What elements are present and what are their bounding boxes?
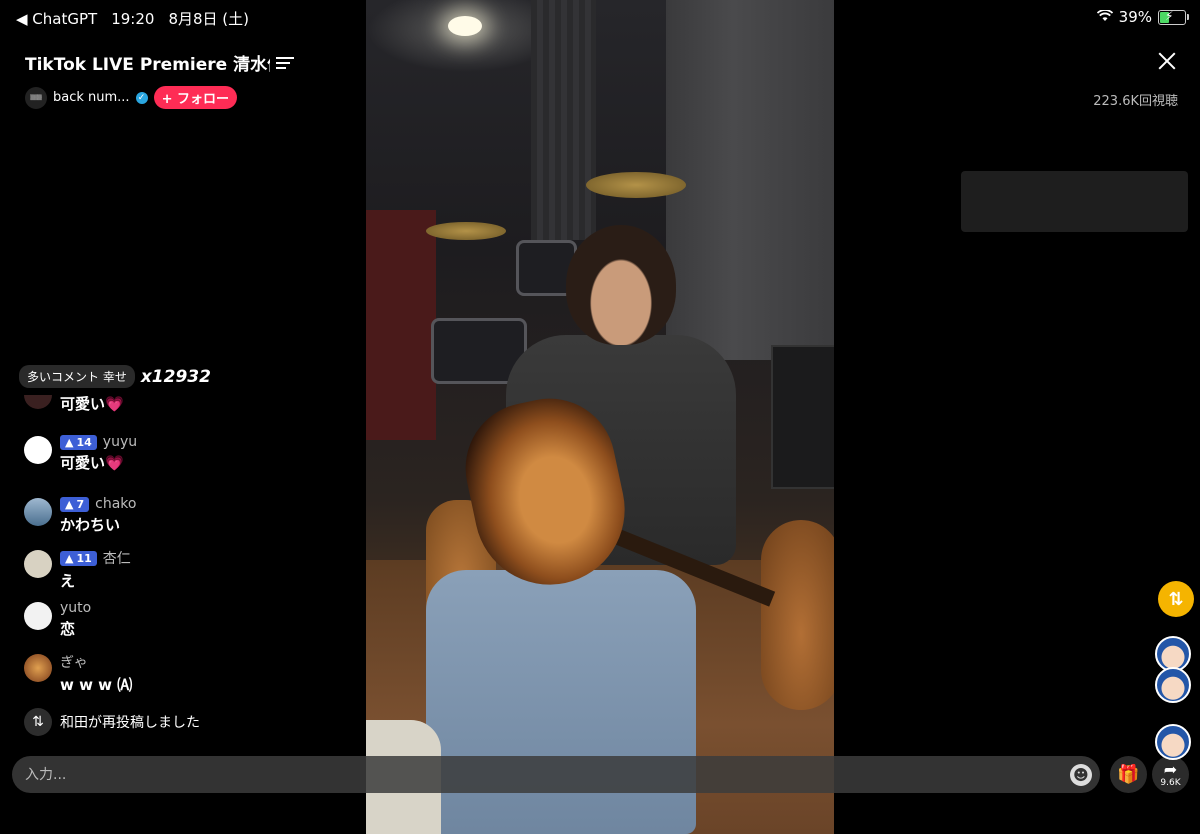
battery-percent: 39% — [1118, 8, 1152, 26]
share-count: 9.6K — [1160, 777, 1181, 788]
share-button[interactable]: ➦ 9.6K — [1152, 756, 1189, 793]
level-number: 14 — [76, 435, 92, 449]
comment-avatar[interactable] — [24, 654, 52, 682]
follow-button[interactable]: + フォロー — [153, 86, 237, 109]
wifi-icon — [1096, 8, 1113, 26]
comment-username[interactable]: yuto — [60, 600, 91, 616]
viewer-count: 223.6K回視聴 — [1093, 94, 1178, 109]
performer-jeans — [426, 570, 696, 834]
repost-notice: ⇅ 和田が再投稿しました — [24, 708, 200, 736]
level-badge: ▲ 11 — [60, 550, 97, 566]
hot-comment-banner: 多いコメント 幸せ x12932 — [19, 365, 211, 388]
comment-item[interactable]: ▲ 14 yuyu 可愛い💗 — [24, 434, 137, 473]
comment-username[interactable]: ぎゃ — [60, 652, 88, 672]
verified-icon: ✓ — [135, 91, 148, 104]
comment-avatar[interactable] — [24, 436, 52, 464]
level-badge: ▲ 7 — [60, 496, 90, 512]
comment-username[interactable]: chako — [95, 496, 136, 512]
character-sticker — [1155, 724, 1191, 760]
side-info-panel — [961, 171, 1188, 232]
cymbal — [586, 172, 686, 198]
level-number: 7 — [76, 497, 85, 511]
red-panel — [366, 210, 436, 440]
live-title: TikTok LIVE Premiere 清水依与 — [25, 55, 270, 75]
status-time: 19:20 — [111, 9, 155, 28]
live-video[interactable] — [366, 0, 834, 834]
studio-wall — [666, 0, 834, 360]
repost-notice-text: 和田が再投稿しました — [60, 715, 200, 731]
comment-text: w w w 🄐 — [60, 676, 133, 694]
level-badge: ▲ 14 — [60, 434, 97, 450]
comment-input-bar[interactable]: ☻ — [12, 756, 1100, 793]
repost-float-button[interactable]: ⇅ — [1158, 581, 1194, 617]
status-date: 8月8日 (土) — [168, 10, 249, 28]
repost-icon: ⇅ — [1168, 588, 1184, 610]
repost-icon: ⇅ — [24, 708, 52, 736]
comment-text: かわちい — [60, 516, 121, 534]
gift-icon: 🎁 — [1117, 764, 1140, 785]
list-icon[interactable] — [276, 56, 294, 70]
comment-input[interactable] — [12, 765, 1070, 784]
comment-item[interactable]: yuto 恋 — [24, 600, 91, 639]
comment-item[interactable]: ▲ 7 chako かわちい — [24, 496, 136, 535]
performer-head — [566, 225, 676, 345]
comment-text: え — [60, 572, 76, 590]
curtain — [531, 0, 596, 240]
comment-text: 可愛い💗 — [60, 454, 124, 472]
host-avatar[interactable]: ▒▒▒ — [25, 86, 47, 109]
back-to-app-link[interactable]: ◀ ChatGPT — [16, 10, 97, 28]
guitar-stand-right — [761, 520, 834, 710]
live-title-row[interactable]: TikTok LIVE Premiere 清水依与 — [25, 50, 294, 75]
character-sticker — [1155, 667, 1191, 703]
comment-avatar[interactable] — [24, 602, 52, 630]
comment-item[interactable]: ▲ 11 杏仁 え — [24, 548, 131, 591]
comment-username[interactable]: 杏仁 — [103, 548, 131, 568]
comment-item[interactable]: ぎゃ w w w 🄐 — [24, 652, 132, 695]
hot-comment-count: x12932 — [140, 366, 211, 387]
share-icon: ➦ — [1163, 759, 1178, 779]
comment-avatar[interactable] — [24, 395, 52, 409]
comment-avatar[interactable] — [24, 550, 52, 578]
comment-text: 恋 — [60, 620, 76, 638]
hot-comment-label: 多いコメント 幸せ — [19, 365, 135, 388]
comment-username[interactable]: yuyu — [103, 434, 137, 450]
close-icon[interactable] — [1154, 48, 1180, 74]
comment-item[interactable]: 可愛い💗 — [24, 393, 124, 414]
comment-avatar[interactable] — [24, 498, 52, 526]
host-row: ▒▒▒ back num... ✓ + フォロー — [25, 86, 237, 109]
status-bar: ◀ ChatGPT 19:20 8月8日 (土) 39% ⚡ — [0, 0, 1200, 32]
cymbal — [426, 222, 506, 240]
level-number: 11 — [76, 551, 92, 565]
comment-text: 可愛い💗 — [60, 395, 124, 413]
charging-bolt-icon: ⚡ — [1165, 8, 1174, 23]
battery-icon: ⚡ — [1158, 8, 1189, 25]
gift-button[interactable]: 🎁 — [1110, 756, 1147, 793]
host-name[interactable]: back num... — [53, 90, 130, 105]
emoji-icon[interactable]: ☻ — [1070, 763, 1092, 786]
amplifier — [771, 345, 834, 489]
